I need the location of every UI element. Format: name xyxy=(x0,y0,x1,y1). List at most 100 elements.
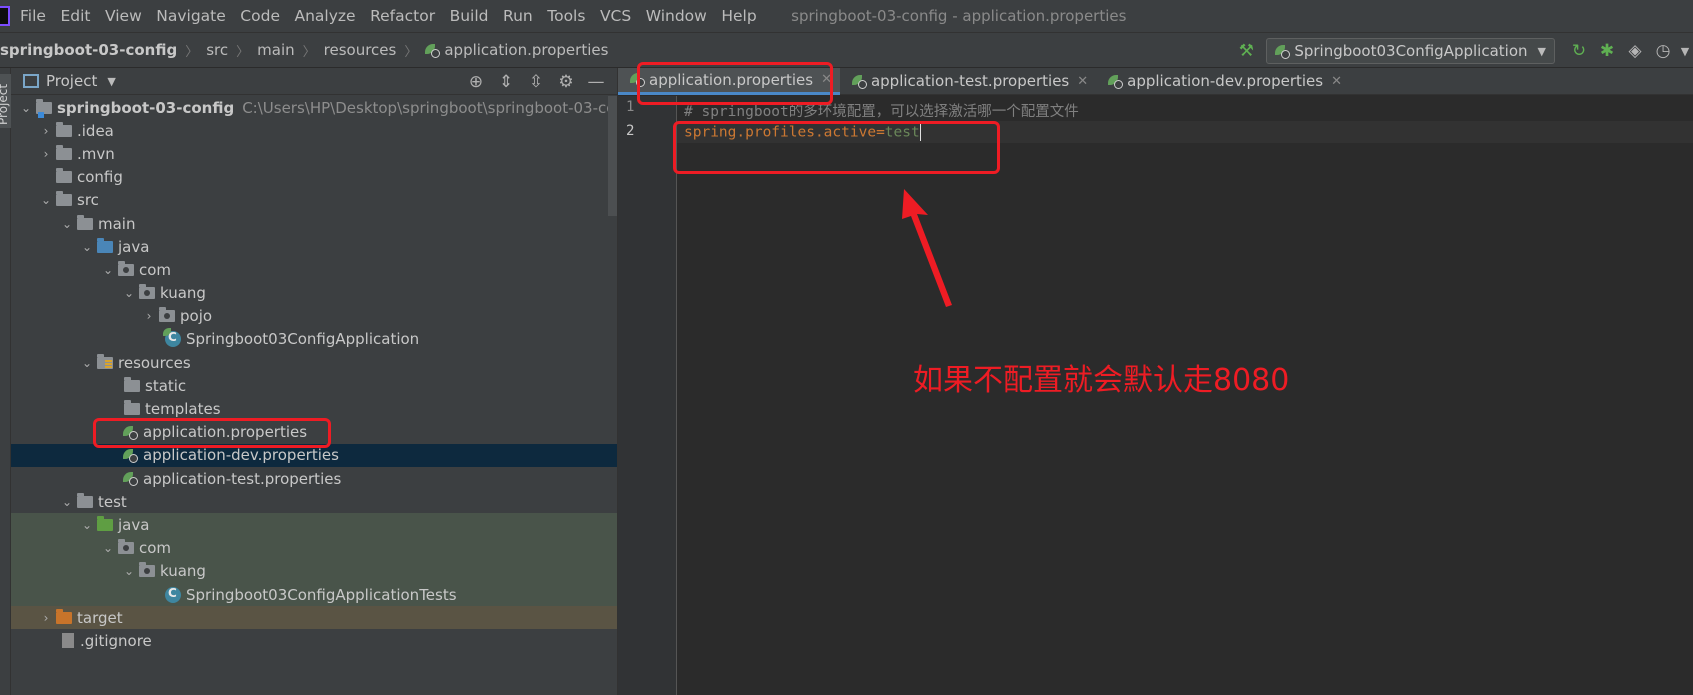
tree-row-test-class[interactable]: Springboot03ConfigApplicationTests xyxy=(11,582,617,607)
tree-label: resources xyxy=(118,353,191,372)
chevron-down-icon[interactable]: ⌄ xyxy=(98,541,118,555)
menu-edit[interactable]: Edit xyxy=(60,7,90,25)
spring-properties-icon xyxy=(123,448,138,463)
menu-tools[interactable]: Tools xyxy=(547,7,585,25)
tree-row-static[interactable]: static xyxy=(11,374,617,397)
tree-label: static xyxy=(145,376,187,395)
tree-row-test-com[interactable]: ⌄ com xyxy=(11,536,617,560)
annotation-box-tab xyxy=(637,62,833,105)
chevron-down-icon[interactable]: ⌄ xyxy=(77,240,97,254)
chevron-down-icon[interactable]: ⌄ xyxy=(36,193,56,207)
package-icon xyxy=(118,539,134,555)
tab-application-dev-properties[interactable]: application-dev.properties ✕ xyxy=(1096,68,1350,95)
tree-row-resources[interactable]: ⌄ resources xyxy=(11,351,617,374)
tree-row-main[interactable]: ⌄ main xyxy=(11,212,617,235)
breadcrumb-project[interactable]: springboot-03-config xyxy=(0,41,177,59)
locate-target-icon[interactable]: ⊕ xyxy=(461,72,491,92)
tree-label: springboot-03-config xyxy=(57,98,235,117)
intellij-logo-icon xyxy=(0,6,10,26)
folder-icon xyxy=(56,144,72,160)
tree-row-pojo[interactable]: › pojo xyxy=(11,305,617,328)
tree-label: target xyxy=(77,608,123,627)
chevron-down-icon[interactable]: ⌄ xyxy=(77,356,97,370)
breadcrumb-separator-icon: 〉 xyxy=(404,44,418,60)
chevron-right-icon[interactable]: › xyxy=(36,124,56,138)
menu-run[interactable]: Run xyxy=(503,7,533,25)
coverage-shield-icon[interactable]: ◈ xyxy=(1621,37,1649,65)
more-chevron-down-icon[interactable]: ▼ xyxy=(1677,37,1693,65)
tree-row-com[interactable]: ⌄ com xyxy=(11,258,617,281)
chevron-right-icon[interactable]: › xyxy=(36,611,56,625)
menu-vcs[interactable]: VCS xyxy=(600,7,631,25)
minimize-icon[interactable]: — xyxy=(581,72,611,92)
spring-properties-icon xyxy=(123,471,138,487)
menu-file[interactable]: File xyxy=(20,7,46,25)
folder-icon xyxy=(77,214,93,230)
chevron-down-icon[interactable]: ⌄ xyxy=(57,217,77,231)
breadcrumb-separator-icon: 〉 xyxy=(302,44,316,60)
menu-build[interactable]: Build xyxy=(450,7,489,25)
tree-row-idea[interactable]: › .idea xyxy=(11,119,617,142)
tree-row-test-java[interactable]: ⌄ java xyxy=(11,513,617,537)
tree-row-test-kuang[interactable]: ⌄ kuang xyxy=(11,559,617,583)
tab-application-test-properties[interactable]: application-test.properties ✕ xyxy=(840,68,1096,95)
tree-row-application-class[interactable]: Springboot03ConfigApplication xyxy=(11,328,617,351)
project-panel-tools: ⊕ ⇕ ⇳ ⚙ — xyxy=(461,68,611,95)
run-configuration-label: Springboot03ConfigApplication xyxy=(1294,42,1528,60)
breadcrumb-src[interactable]: src xyxy=(206,41,228,59)
folder-icon xyxy=(56,191,72,207)
folder-icon xyxy=(56,168,72,184)
rerun-icon[interactable]: ↻ xyxy=(1565,37,1593,65)
tree-row-main-java[interactable]: ⌄ java xyxy=(11,235,617,258)
chevron-down-icon[interactable]: ▼ xyxy=(107,75,115,88)
tree-label: .idea xyxy=(77,121,114,140)
chevron-down-icon[interactable]: ⌄ xyxy=(57,495,77,509)
chevron-down-icon: ▼ xyxy=(1537,44,1546,58)
debug-bug-icon[interactable]: ✱ xyxy=(1593,37,1621,65)
menu-view[interactable]: View xyxy=(105,7,142,25)
tree-scrollbar[interactable] xyxy=(608,96,617,216)
folder-icon xyxy=(124,376,140,392)
close-icon[interactable]: ✕ xyxy=(1331,74,1342,89)
menu-analyze[interactable]: Analyze xyxy=(294,7,355,25)
chevron-down-icon[interactable]: ⌄ xyxy=(77,518,97,532)
tree-row-target[interactable]: › target xyxy=(11,606,617,630)
tree-row-application-test-properties[interactable]: application-test.properties xyxy=(11,467,617,490)
chevron-down-icon[interactable]: ⌄ xyxy=(16,101,36,115)
tree-row-src[interactable]: ⌄ src xyxy=(11,189,617,212)
expand-all-icon[interactable]: ⇕ xyxy=(491,72,521,92)
menu-navigate[interactable]: Navigate xyxy=(156,7,226,25)
menu-help[interactable]: Help xyxy=(721,7,756,25)
excluded-folder-icon xyxy=(56,608,72,624)
project-panel-title[interactable]: Project xyxy=(46,72,97,90)
tree-row-gitignore[interactable]: .gitignore xyxy=(11,629,617,652)
file-icon xyxy=(62,633,74,649)
run-configuration-select[interactable]: Springboot03ConfigApplication ▼ xyxy=(1266,38,1555,64)
chevron-down-icon[interactable]: ⌄ xyxy=(119,286,139,300)
chevron-right-icon[interactable]: › xyxy=(36,147,56,161)
build-hammer-icon[interactable]: ⚒ xyxy=(1232,37,1260,65)
tree-row-project-root[interactable]: ⌄ springboot-03-config C:\Users\HP\Deskt… xyxy=(11,96,617,119)
tree-label: config xyxy=(77,168,123,187)
close-icon[interactable]: ✕ xyxy=(1077,74,1088,89)
menu-window[interactable]: Window xyxy=(646,7,707,25)
menu-refactor[interactable]: Refactor xyxy=(370,7,435,25)
profile-clock-icon[interactable]: ◷ xyxy=(1649,37,1677,65)
run-toolbar: ⚒ Springboot03ConfigApplication ▼ ↻ ✱ ◈ … xyxy=(1232,33,1693,69)
breadcrumb-resources[interactable]: resources xyxy=(324,41,397,59)
chevron-right-icon[interactable]: › xyxy=(139,309,159,323)
chevron-down-icon[interactable]: ⌄ xyxy=(119,564,139,578)
tree-row-config[interactable]: config xyxy=(11,166,617,189)
tree-row-test[interactable]: ⌄ test xyxy=(11,490,617,513)
collapse-all-icon[interactable]: ⇳ xyxy=(521,72,551,92)
gear-icon[interactable]: ⚙ xyxy=(551,72,581,92)
breadcrumb-main[interactable]: main xyxy=(257,41,294,59)
tree-row-kuang[interactable]: ⌄ kuang xyxy=(11,282,617,305)
tree-row-mvn[interactable]: › .mvn xyxy=(11,142,617,165)
tree-label: main xyxy=(98,214,136,233)
breadcrumb-file[interactable]: application.properties xyxy=(425,41,608,59)
chevron-down-icon[interactable]: ⌄ xyxy=(98,263,118,277)
tree-label: kuang xyxy=(160,562,206,581)
annotation-arrow-icon xyxy=(902,189,952,307)
menu-code[interactable]: Code xyxy=(240,7,280,25)
